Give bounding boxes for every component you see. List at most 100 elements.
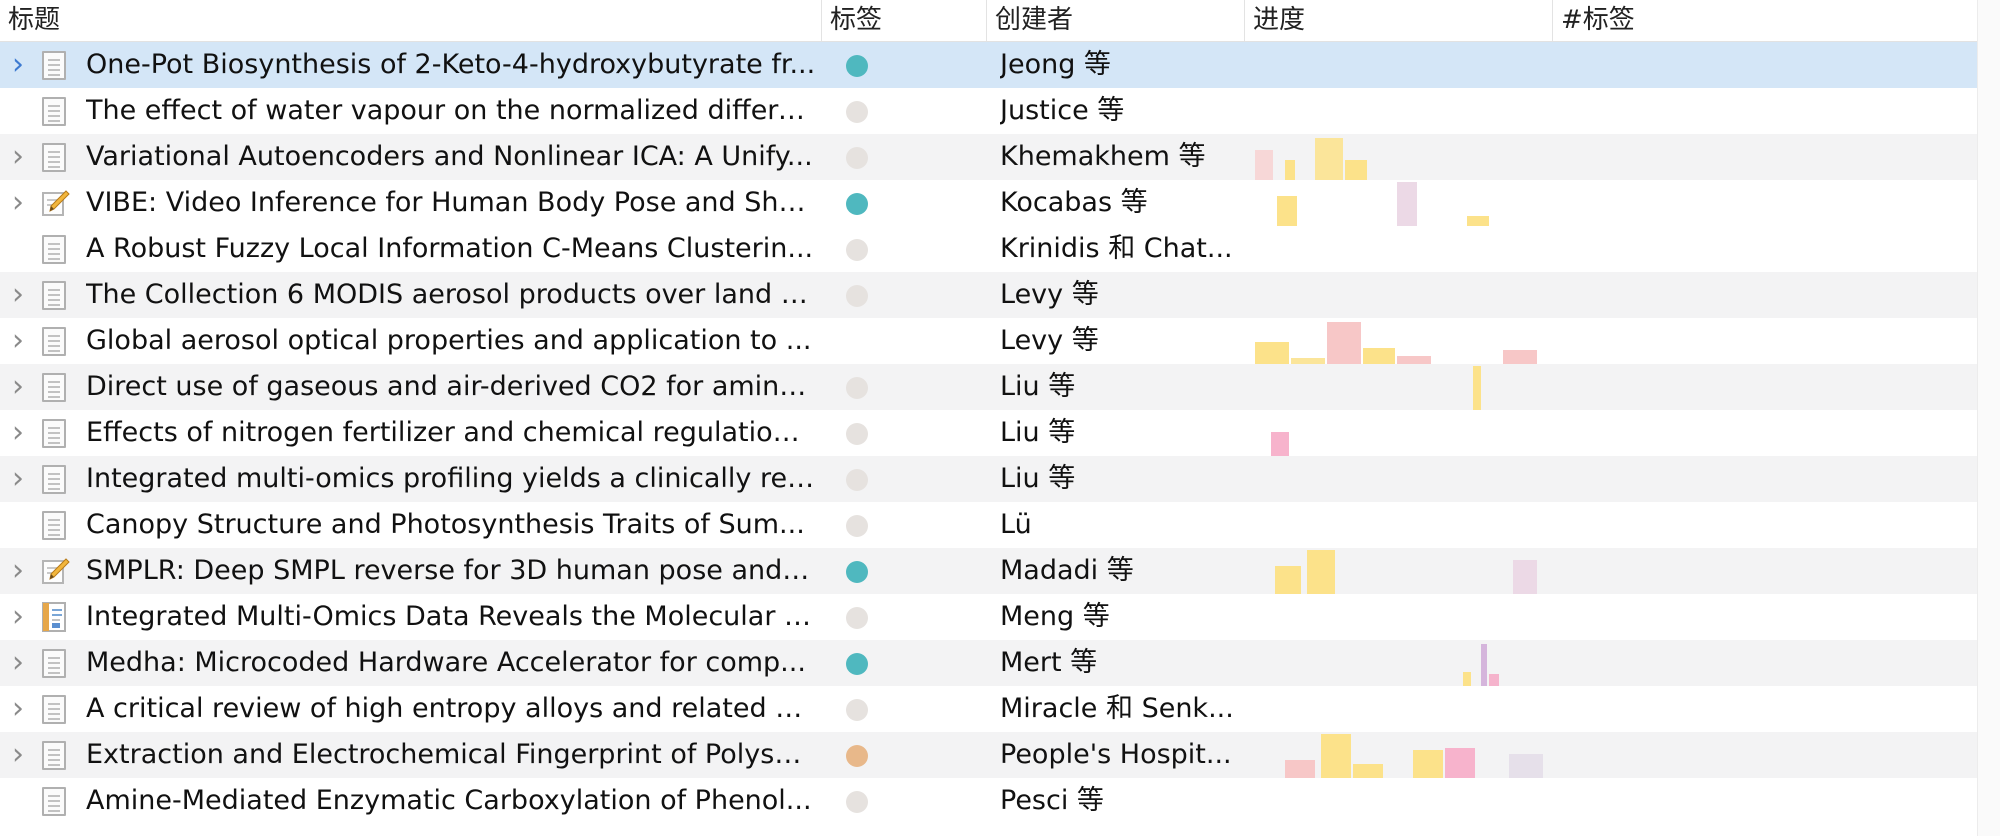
reading-progress-bar (1255, 502, 1545, 548)
table-row[interactable]: › Extraction and Electrochemical Fingerpr… (0, 732, 1978, 778)
column-header-creator[interactable]: 创建者 (987, 0, 1245, 41)
item-creator: Liu 等 (1000, 371, 1076, 402)
reading-progress-bar (1255, 42, 1545, 88)
item-hashtags (1558, 410, 1978, 456)
item-title: Effects of nitrogen fertilizer and chemi… (86, 417, 816, 448)
expand-chevron-icon[interactable]: › (8, 686, 28, 732)
reading-progress-bar (1255, 548, 1545, 594)
item-creator: Lü (1000, 509, 1032, 540)
item-creator: Khemakhem 等 (1000, 141, 1206, 172)
progress-segment (1473, 366, 1481, 410)
column-header-title[interactable]: 标题 (0, 0, 822, 41)
expand-chevron-icon[interactable]: › (8, 364, 28, 410)
tag-color-dot (846, 377, 868, 399)
table-row[interactable]: › The Collection 6 MODIS aerosol products… (0, 272, 1978, 318)
table-row[interactable]: The effect of water vapour on the normal… (0, 88, 1978, 134)
item-hashtags (1558, 364, 1978, 410)
document-icon (38, 88, 72, 134)
column-header-tag[interactable]: 标签 (822, 0, 987, 41)
document-icon (38, 272, 72, 318)
document-icon (38, 410, 72, 456)
book-icon (38, 594, 72, 640)
document-icon (38, 364, 72, 410)
item-title: Global aerosol optical properties and ap… (86, 325, 812, 356)
progress-segment (1307, 550, 1335, 594)
progress-segment (1285, 160, 1295, 180)
progress-segment (1353, 764, 1383, 778)
column-header-hashtag[interactable]: #标签 (1553, 0, 1978, 41)
document-icon (38, 226, 72, 272)
table-row[interactable]: › Direct use of gaseous and air-derived C… (0, 364, 1978, 410)
item-hashtags (1558, 88, 1978, 134)
item-creator: Justice 等 (1000, 95, 1125, 126)
tag-color-dot (846, 791, 868, 813)
item-hashtags (1558, 318, 1978, 364)
item-rows: › One-Pot Biosynthesis of 2-Keto-4-hydrox… (0, 42, 1978, 824)
expand-chevron-icon[interactable]: › (8, 42, 28, 88)
expand-chevron-icon[interactable]: › (8, 548, 28, 594)
item-creator: Miracle 和 Senk... (1000, 693, 1234, 724)
table-row[interactable]: › Effects of nitrogen fertilizer and chem… (0, 410, 1978, 456)
item-title: SMPLR: Deep SMPL reverse for 3D human po… (86, 555, 816, 586)
table-row[interactable]: › Integrated multi-omics profiling yields… (0, 456, 1978, 502)
progress-segment (1503, 350, 1537, 364)
progress-segment (1509, 754, 1543, 778)
tag-color-dot (846, 55, 868, 77)
note-pencil-icon (38, 548, 72, 594)
reading-progress-bar (1255, 318, 1545, 364)
tag-color-dot (846, 699, 868, 721)
progress-segment (1285, 760, 1315, 778)
progress-segment (1463, 672, 1471, 686)
expand-chevron-icon[interactable]: › (8, 594, 28, 640)
table-row[interactable]: Canopy Structure and Photosynthesis Trai… (0, 502, 1978, 548)
table-row[interactable]: › VIBE: Video Inference for Human Body Po… (0, 180, 1978, 226)
progress-segment (1327, 322, 1361, 364)
table-row[interactable]: › One-Pot Biosynthesis of 2-Keto-4-hydrox… (0, 42, 1978, 88)
progress-segment (1363, 348, 1395, 364)
expand-chevron-icon[interactable]: › (8, 732, 28, 778)
document-icon (38, 42, 72, 88)
expand-chevron-icon[interactable]: › (8, 456, 28, 502)
tag-color-dot (846, 607, 868, 629)
expand-chevron-icon[interactable]: › (8, 134, 28, 180)
reading-progress-bar (1255, 134, 1545, 180)
table-row[interactable]: › Variational Autoencoders and Nonlinear … (0, 134, 1978, 180)
note-pencil-icon (38, 180, 72, 226)
reading-progress-bar (1255, 226, 1545, 272)
expand-chevron-icon[interactable]: › (8, 180, 28, 226)
expand-chevron-icon[interactable]: › (8, 318, 28, 364)
progress-segment (1271, 432, 1289, 456)
table-row[interactable]: A Robust Fuzzy Local Information C-Means… (0, 226, 1978, 272)
item-hashtags (1558, 456, 1978, 502)
table-row[interactable]: › Medha: Microcoded Hardware Accelerator … (0, 640, 1978, 686)
item-title: Integrated Multi-Omics Data Reveals the … (86, 601, 816, 632)
item-hashtags (1558, 226, 1978, 272)
progress-segment (1345, 160, 1367, 180)
table-row[interactable]: › Global aerosol optical properties and a… (0, 318, 1978, 364)
expand-chevron-icon[interactable]: › (8, 640, 28, 686)
reading-progress-bar (1255, 364, 1545, 410)
table-row[interactable]: › A critical review of high entropy alloy… (0, 686, 1978, 732)
item-hashtags (1558, 778, 1978, 824)
progress-segment (1277, 196, 1297, 226)
table-row[interactable]: › Integrated Multi-Omics Data Reveals the… (0, 594, 1978, 640)
item-title: VIBE: Video Inference for Human Body Pos… (86, 187, 816, 218)
expand-chevron-icon[interactable]: › (8, 410, 28, 456)
vertical-scrollbar[interactable] (1977, 0, 2000, 836)
item-hashtags (1558, 272, 1978, 318)
expand-chevron-icon[interactable]: › (8, 272, 28, 318)
item-hashtags (1558, 134, 1978, 180)
item-hashtags (1558, 732, 1978, 778)
table-row[interactable]: Amine-Mediated Enzymatic Carboxylation o… (0, 778, 1978, 824)
tag-color-dot (846, 653, 868, 675)
table-row[interactable]: › SMPLR: Deep SMPL reverse for 3D human p… (0, 548, 1978, 594)
column-header-progress[interactable]: 进度 (1245, 0, 1553, 41)
item-creator: Meng 等 (1000, 601, 1110, 632)
item-creator: Kocabas 等 (1000, 187, 1148, 218)
document-icon (38, 318, 72, 364)
item-creator: Jeong 等 (1000, 49, 1111, 80)
tag-color-dot (846, 423, 868, 445)
progress-segment (1397, 182, 1417, 226)
progress-segment (1445, 748, 1475, 778)
tag-color-dot (846, 561, 868, 583)
